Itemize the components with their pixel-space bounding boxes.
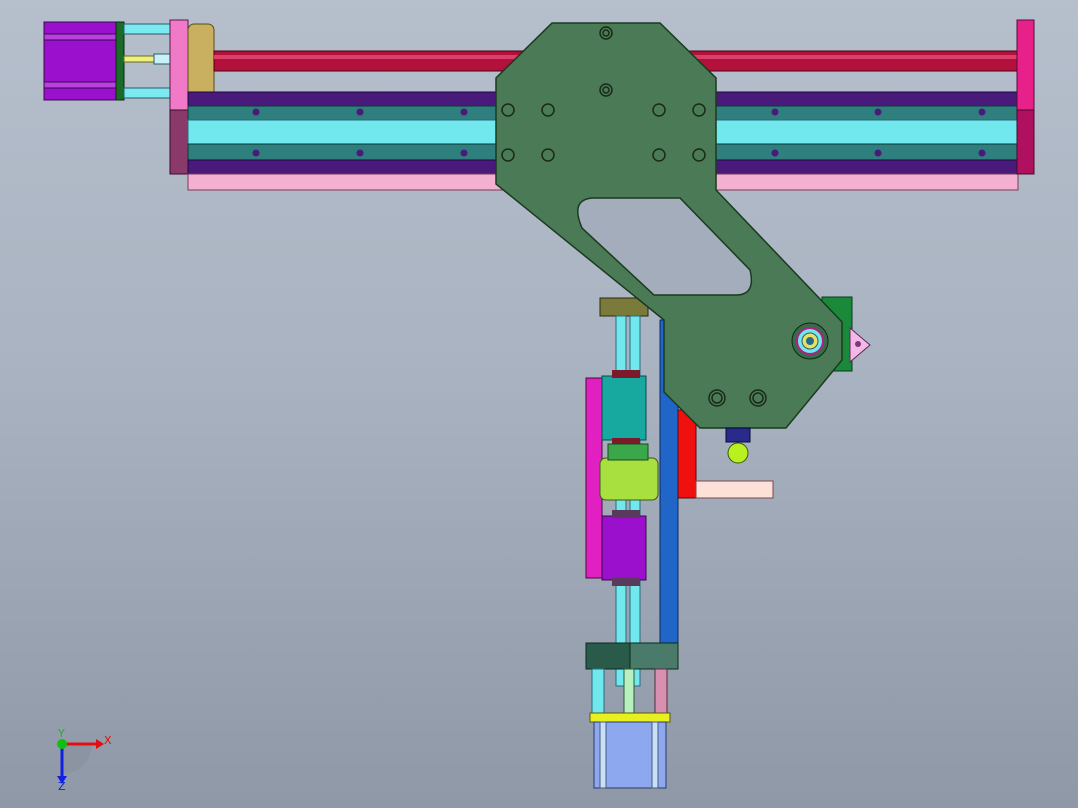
x-shaft-coupler xyxy=(153,53,171,65)
x-end-plate-right[interactable] xyxy=(1016,19,1035,111)
x-motor-flange xyxy=(115,21,125,101)
x-standoff-bottom xyxy=(123,87,173,99)
probe-tip[interactable] xyxy=(727,442,749,464)
probe-mount xyxy=(725,427,751,443)
z-motor-flange xyxy=(589,712,671,723)
z-nut-collar xyxy=(607,443,649,461)
z-collar-3 xyxy=(612,510,640,518)
z-bearing-lower xyxy=(601,515,647,581)
triad-x-label: X xyxy=(104,734,112,747)
assembly-drawing: X Y Z xyxy=(43,19,1035,793)
x-end-plate-left[interactable] xyxy=(169,19,189,111)
x-motor-band-top xyxy=(43,33,117,41)
z-red-bracket xyxy=(677,409,697,499)
x-end-plate-left-lower xyxy=(169,109,189,175)
cad-viewport[interactable]: X Y Z xyxy=(0,0,1078,808)
orientation-triad[interactable]: X Y Z xyxy=(57,727,112,793)
z-standoff-left xyxy=(591,668,605,716)
x-motor-band-bottom xyxy=(43,81,117,89)
x-end-plate-right-lower xyxy=(1016,109,1035,175)
pointer-hole xyxy=(855,341,861,347)
x-shaft xyxy=(123,55,155,63)
z-bottom-mount-right xyxy=(629,642,679,670)
carriage-plate-assembly[interactable] xyxy=(495,22,871,464)
z-bottom-mount-left xyxy=(585,642,631,670)
triad-quadrant xyxy=(62,744,92,774)
z-lead-nut xyxy=(599,457,659,501)
triad-y-dot xyxy=(57,739,67,749)
triad-z-label: Z xyxy=(58,780,66,793)
z-motor-band-left xyxy=(599,721,607,789)
z-motor-band-right xyxy=(651,721,659,789)
z-collar-1 xyxy=(612,370,640,378)
triad-x-arrow xyxy=(96,739,104,749)
z-limit-plate xyxy=(695,480,774,499)
z-standoff-right xyxy=(654,668,668,716)
triad-y-label: Y xyxy=(57,727,65,740)
z-shaft xyxy=(623,668,635,714)
x-standoff-top xyxy=(123,23,173,35)
z-bearing-upper xyxy=(601,375,647,441)
bearing-icon xyxy=(791,322,829,360)
z-collar-4 xyxy=(612,578,640,586)
x-bearing-housing xyxy=(187,23,215,101)
